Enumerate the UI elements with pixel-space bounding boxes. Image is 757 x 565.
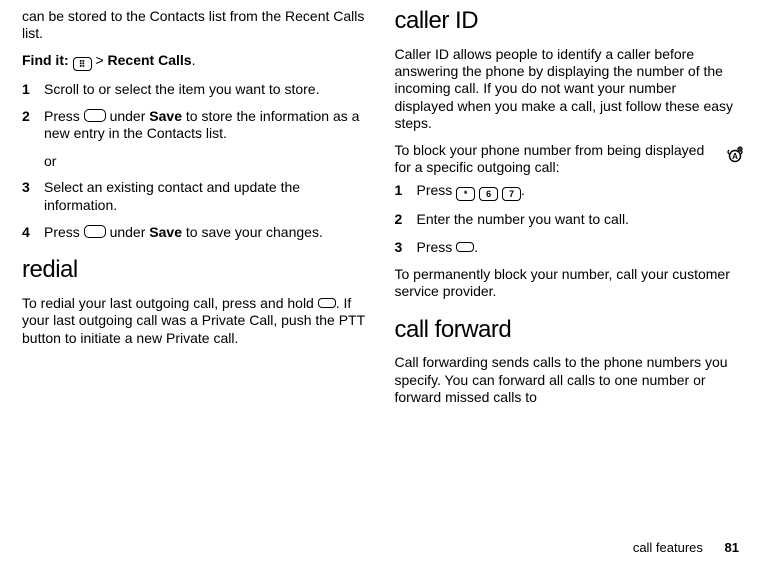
step-number: 4: [22, 224, 44, 241]
save-label: Save: [149, 224, 182, 240]
text-fragment: under: [106, 108, 150, 124]
step-4: 4 Press under Save to save your changes.: [22, 224, 367, 241]
call-forward-heading: call forward: [395, 315, 740, 345]
step-body: Press .: [417, 239, 740, 256]
caller-id-intro: Caller ID allows people to identify a ca…: [395, 46, 740, 133]
step-number: 1: [22, 81, 44, 98]
block-step-1: 1 Press * 6 7.: [395, 182, 740, 201]
block-step-3: 3 Press .: [395, 239, 740, 256]
page-footer: call features 81: [633, 540, 739, 556]
text-fragment: Press: [417, 182, 457, 198]
text-fragment: under: [106, 224, 150, 240]
text-fragment: to save your changes.: [182, 224, 323, 240]
call-forward-intro: Call forwarding sends calls to the phone…: [395, 354, 740, 406]
softkey-icon: [84, 109, 106, 122]
find-it-line: Find it: ⠿ > Recent Calls.: [22, 52, 367, 71]
find-it-label: Find it:: [22, 52, 69, 68]
step-number: 2: [395, 211, 417, 228]
block-number-intro: To block your phone number from being di…: [395, 142, 712, 177]
redial-paragraph: To redial your last outgoing call, press…: [22, 295, 367, 347]
step-body: Press under Save to save your changes.: [44, 224, 367, 241]
store-steps: 1 Scroll to or select the item you want …: [22, 81, 367, 143]
step-body: Select an existing contact and update th…: [44, 179, 367, 214]
text-fragment: .: [521, 182, 525, 198]
step-body: Press under Save to store the informatio…: [44, 108, 367, 143]
page-number: 81: [725, 540, 739, 555]
step-body: Enter the number you want to call.: [417, 211, 740, 228]
step-number: 3: [395, 239, 417, 256]
six-key-icon: 6: [479, 187, 498, 201]
text-fragment: Press: [44, 108, 84, 124]
menu-key-icon: ⠿: [73, 57, 92, 71]
step-3: 3 Select an existing contact and update …: [22, 179, 367, 214]
block-steps: 1 Press * 6 7. 2 Enter the number you wa…: [395, 182, 740, 256]
text-fragment: To redial your last outgoing call, press…: [22, 295, 318, 311]
step-number: 2: [22, 108, 44, 143]
step-body: Scroll to or select the item you want to…: [44, 81, 367, 98]
or-separator: or: [44, 153, 367, 170]
star-key-icon: *: [456, 187, 475, 201]
caller-id-heading: caller ID: [395, 6, 740, 36]
redial-heading: redial: [22, 255, 367, 285]
send-key-icon: [456, 242, 474, 252]
step-1: 1 Scroll to or select the item you want …: [22, 81, 367, 98]
seven-key-icon: 7: [502, 187, 521, 201]
step-number: 1: [395, 182, 417, 201]
permanent-block-note: To permanently block your number, call y…: [395, 266, 740, 301]
text-fragment: .: [474, 239, 478, 255]
step-2: 2 Press under Save to store the informat…: [22, 108, 367, 143]
text-fragment: Press: [417, 239, 457, 255]
ota-antenna-icon: A: [725, 144, 745, 164]
find-it-period: .: [192, 52, 196, 68]
svg-text:A: A: [732, 152, 738, 161]
step-number: 3: [22, 179, 44, 214]
store-steps-cont: 3 Select an existing contact and update …: [22, 179, 367, 241]
block-number-intro-wrap: To block your phone number from being di…: [395, 142, 740, 177]
find-it-sep: >: [95, 52, 103, 68]
footer-section: call features: [633, 540, 703, 555]
save-label: Save: [149, 108, 182, 124]
softkey-icon: [84, 225, 106, 238]
find-it-target: Recent Calls: [108, 52, 192, 68]
block-step-2: 2 Enter the number you want to call.: [395, 211, 740, 228]
step-body: Press * 6 7.: [417, 182, 740, 201]
intro-continuation: can be stored to the Contacts list from …: [22, 8, 367, 43]
send-key-icon: [318, 298, 336, 308]
text-fragment: Press: [44, 224, 84, 240]
